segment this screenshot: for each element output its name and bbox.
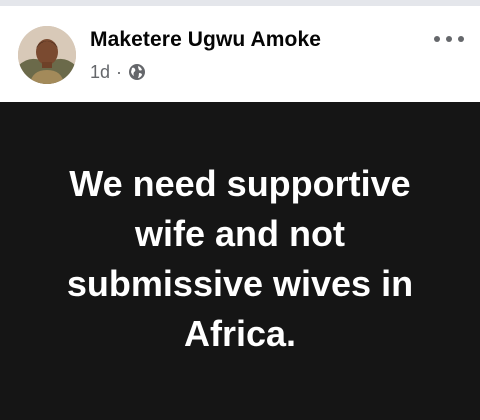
post-timestamp[interactable]: 1d (90, 62, 110, 83)
post-text-line: We need supportive (69, 163, 411, 204)
post-header: Maketere Ugwu Amoke 1d · (0, 6, 480, 102)
globe-icon[interactable] (128, 63, 146, 81)
post-text-line: wife and not (135, 213, 345, 254)
author-avatar[interactable] (18, 26, 76, 84)
post-meta: 1d · (90, 61, 146, 83)
post-text-line: submissive wives in (66, 263, 414, 304)
author-name[interactable]: Maketere Ugwu Amoke (90, 28, 321, 52)
avatar-photo (18, 26, 76, 84)
more-dot (446, 36, 452, 42)
more-dot (458, 36, 464, 42)
post-content-card[interactable]: We need supportive wife and not submissi… (0, 102, 480, 420)
post-text: We need supportive wife and not submissi… (20, 159, 460, 359)
meta-separator: · (116, 61, 123, 82)
more-options-icon[interactable] (434, 31, 464, 47)
more-dot (434, 36, 440, 42)
post-text-line: Africa. (183, 313, 297, 354)
